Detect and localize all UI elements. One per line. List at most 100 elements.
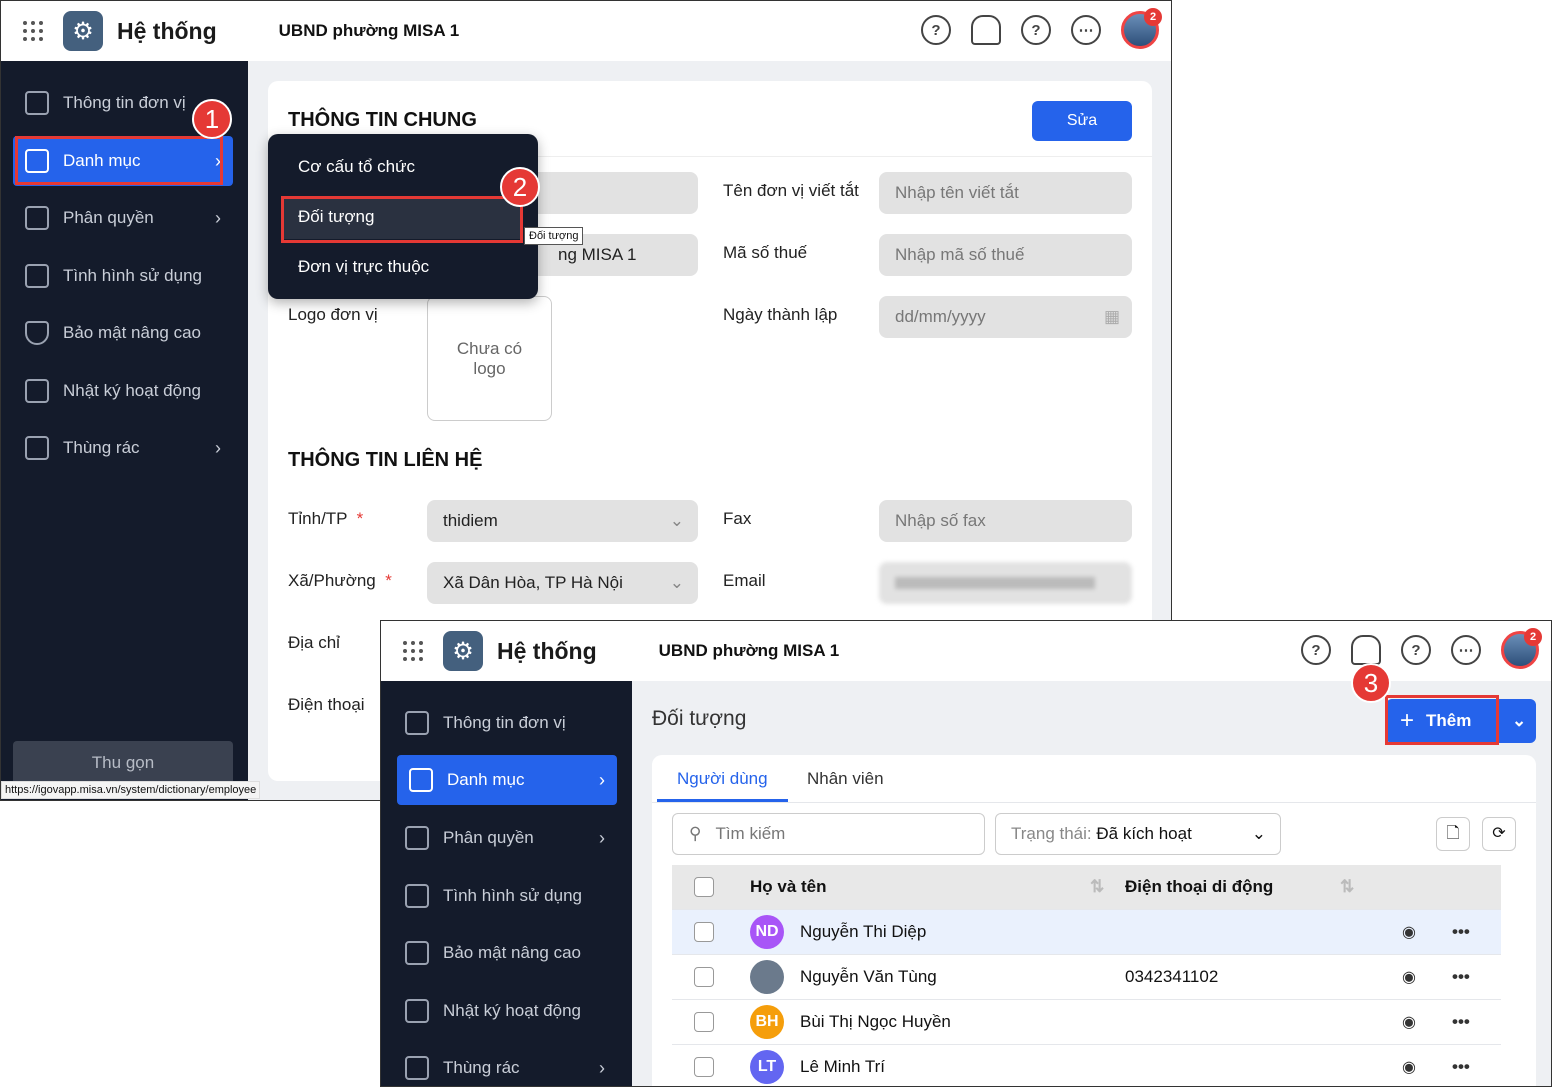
tab-users[interactable]: Người dùng: [677, 769, 768, 789]
row-phone: 0342341102: [1125, 967, 1219, 986]
sidebar-item-unit-info[interactable]: Thông tin đơn vị: [393, 698, 617, 748]
status-filter-value: Đã kích hoạt: [1096, 824, 1192, 843]
row-checkbox[interactable]: [694, 1012, 714, 1032]
collapse-button[interactable]: Thu gọn: [13, 741, 233, 785]
row-checkbox[interactable]: [694, 967, 714, 987]
help-icon[interactable]: ?: [1021, 15, 1051, 45]
phone-label: Điện thoại: [288, 695, 365, 714]
chevron-down-icon[interactable]: ⌄: [1512, 711, 1526, 731]
eye-icon[interactable]: ◉: [1402, 1057, 1416, 1077]
row-name[interactable]: Nguyễn Thi Diệp: [800, 922, 926, 942]
avatar[interactable]: 2: [1501, 628, 1542, 669]
log-icon: [25, 379, 49, 403]
search-input[interactable]: ⚲ Tìm kiếm: [672, 813, 985, 855]
more-icon[interactable]: •••: [1452, 967, 1470, 987]
sidebar-item-security[interactable]: Bảo mật nâng cao: [13, 308, 233, 358]
app-title: Hệ thống: [117, 17, 217, 44]
bell-icon[interactable]: [1351, 635, 1381, 665]
more-icon[interactable]: ⋯: [1451, 635, 1481, 665]
column-header-name[interactable]: Họ và tên: [750, 877, 827, 897]
sidebar-item-trash[interactable]: Thùng rác ›: [13, 423, 233, 473]
gear-icon: ⚙: [63, 11, 103, 51]
refresh-button[interactable]: ⟳: [1482, 817, 1516, 851]
annotation-box: [15, 136, 223, 185]
required-mark: *: [385, 571, 392, 590]
annotation-box: [281, 196, 523, 243]
chevron-right-icon: ›: [599, 1057, 605, 1078]
sort-icon[interactable]: ⇅: [1090, 877, 1104, 897]
report-icon: [405, 884, 429, 908]
help-icon[interactable]: ?: [1401, 635, 1431, 665]
row-checkbox[interactable]: [694, 922, 714, 942]
unit-name-field[interactable]: [518, 172, 698, 214]
sidebar-item-label: Nhật ký hoạt động: [443, 1001, 581, 1020]
chevron-down-icon: ⌄: [669, 573, 684, 592]
chevron-down-icon: ⌄: [669, 511, 684, 530]
calendar-icon[interactable]: ▦: [1104, 307, 1120, 327]
bell-icon[interactable]: [971, 15, 1001, 45]
more-icon[interactable]: •••: [1452, 1057, 1470, 1077]
sidebar-item-security[interactable]: Bảo mật nâng cao: [393, 928, 617, 978]
sidebar-item-trash[interactable]: Thùng rác ›: [393, 1043, 617, 1086]
abbr-input[interactable]: Nhập tên viết tắt: [879, 172, 1132, 214]
logo-upload[interactable]: Chưa có logo: [427, 296, 552, 421]
ward-select[interactable]: Xã Dân Hòa, TP Hà Nội ⌄: [427, 562, 698, 604]
row-name[interactable]: Lê Minh Trí: [800, 1057, 885, 1077]
tax-input[interactable]: Nhập mã số thuế: [879, 234, 1132, 276]
more-icon[interactable]: ⋯: [1071, 15, 1101, 45]
app-grid-icon[interactable]: [23, 21, 43, 41]
row-checkbox[interactable]: [694, 1057, 714, 1077]
app-grid-icon[interactable]: [403, 641, 423, 661]
column-header-phone[interactable]: Điện thoại di động: [1125, 877, 1273, 897]
email-input-blurred[interactable]: [879, 562, 1132, 604]
address-label: Địa chỉ: [288, 633, 340, 652]
sidebar-item-label: Thông tin đơn vị: [443, 713, 566, 732]
app-title: Hệ thống: [497, 637, 597, 664]
sidebar-item-label: Phân quyền: [63, 208, 154, 227]
menu-item-org-structure[interactable]: Cơ cấu tổ chức: [298, 157, 415, 177]
eye-icon[interactable]: ◉: [1402, 922, 1416, 942]
eye-icon[interactable]: ◉: [1402, 967, 1416, 987]
fax-input[interactable]: Nhập số fax: [879, 500, 1132, 542]
help-icon[interactable]: ?: [921, 15, 951, 45]
help-icon[interactable]: ?: [1301, 635, 1331, 665]
more-icon[interactable]: •••: [1452, 922, 1470, 942]
edit-button[interactable]: Sửa: [1032, 101, 1132, 141]
collapse-label: Thu gọn: [91, 753, 155, 772]
avatar[interactable]: 2: [1121, 8, 1162, 49]
ward-label: Xã/Phường *: [288, 571, 392, 591]
table-row[interactable]: ND Nguyễn Thi Diệp ◉ •••: [672, 910, 1501, 955]
avatar: [750, 960, 784, 994]
trash-icon: [25, 436, 49, 460]
top-bar: ⚙ Hệ thống UBND phường MISA 1 ? ? ⋯ 2: [1, 1, 1171, 61]
table-row[interactable]: LT Lê Minh Trí ◉ •••: [672, 1045, 1501, 1086]
sort-icon[interactable]: ⇅: [1340, 877, 1354, 897]
sidebar-item-activity-log[interactable]: Nhật ký hoạt động: [13, 366, 233, 416]
sidebar-item-catalog[interactable]: Danh mục ›: [397, 755, 617, 805]
table-row[interactable]: BH Bùi Thị Ngọc Huyền ◉ •••: [672, 1000, 1501, 1045]
export-button[interactable]: 🗋: [1436, 817, 1470, 851]
row-name[interactable]: Bùi Thị Ngọc Huyền: [800, 1012, 951, 1032]
date-placeholder: dd/mm/yyyy: [895, 307, 986, 326]
date-input[interactable]: dd/mm/yyyy ▦: [879, 296, 1132, 338]
logo-empty-text: Chưa có logo: [456, 338, 523, 378]
search-icon: ⚲: [689, 824, 702, 843]
more-icon[interactable]: •••: [1452, 1012, 1470, 1032]
status-filter[interactable]: Trạng thái: Đã kích hoạt ⌄: [995, 813, 1281, 855]
province-select[interactable]: thidiem ⌄: [427, 500, 698, 542]
eye-icon[interactable]: ◉: [1402, 1012, 1416, 1032]
sidebar-item-usage[interactable]: Tình hình sử dụng: [13, 251, 233, 301]
sidebar-item-label: Thùng rác: [443, 1058, 520, 1077]
row-name[interactable]: Nguyễn Văn Tùng: [800, 967, 937, 987]
sidebar-item-label: Thông tin đơn vị: [63, 93, 186, 112]
date-label: Ngày thành lập: [723, 305, 838, 324]
table-row[interactable]: Nguyễn Văn Tùng 0342341102 ◉ •••: [672, 955, 1501, 1000]
sidebar-item-permissions[interactable]: Phân quyền ›: [13, 193, 233, 243]
sidebar-item-permissions[interactable]: Phân quyền ›: [393, 813, 617, 863]
menu-item-subunits[interactable]: Đơn vị trực thuộc: [298, 257, 429, 277]
select-all-checkbox[interactable]: [694, 877, 714, 897]
sidebar-item-activity-log[interactable]: Nhật ký hoạt động: [393, 986, 617, 1036]
sidebar-item-label: Phân quyền: [443, 828, 534, 847]
tab-employees[interactable]: Nhân viên: [807, 769, 884, 789]
sidebar-item-usage[interactable]: Tình hình sử dụng: [393, 871, 617, 921]
